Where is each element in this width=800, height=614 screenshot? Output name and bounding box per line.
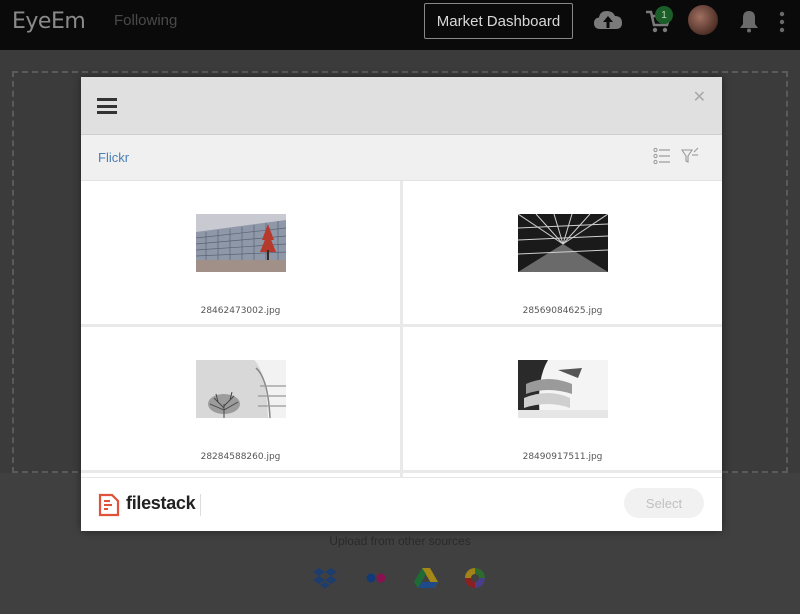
filestack-logo-icon (98, 493, 120, 517)
file-name: 28490917511.jpg (522, 452, 603, 462)
filter-sort-icon[interactable] (680, 147, 699, 165)
more-options-icon[interactable] (776, 8, 788, 36)
file-grid: 28462473002.jpg 28569084625.jpg 28284588… (81, 181, 722, 481)
list-view-icon[interactable] (653, 147, 671, 165)
menu-hamburger-icon[interactable] (97, 98, 117, 114)
file-picker-modal: ✕ Flickr 28462473002.jpg 28569084625.jpg… (81, 77, 722, 531)
file-name: 28462473002.jpg (200, 306, 281, 316)
file-name: 28284588260.jpg (200, 452, 281, 462)
top-navigation-bar: EyeEm Following Market Dashboard 1 (0, 0, 800, 50)
picker-toolbar: Flickr (81, 135, 722, 181)
breadcrumb-source[interactable]: Flickr (98, 150, 129, 165)
brand-logo[interactable]: EyeEm (12, 9, 86, 34)
image-thumbnail (195, 360, 286, 418)
upload-cloud-icon[interactable] (593, 8, 623, 34)
image-thumbnail (517, 360, 608, 418)
filestack-brand: filestack (126, 493, 196, 513)
file-tile[interactable]: 28490917511.jpg (403, 327, 722, 470)
file-tile[interactable]: 28462473002.jpg (81, 181, 400, 324)
user-avatar[interactable] (688, 5, 718, 35)
market-dashboard-button[interactable]: Market Dashboard (424, 3, 573, 39)
image-thumbnail (517, 214, 608, 272)
picker-footer: filestack Select (81, 477, 722, 531)
image-thumbnail (195, 214, 286, 272)
file-name: 28569084625.jpg (522, 306, 603, 316)
cart-count-badge: 1 (655, 6, 673, 24)
close-icon[interactable]: ✕ (693, 87, 706, 106)
nav-following-link[interactable]: Following (114, 12, 177, 29)
footer-divider (200, 494, 201, 516)
dropbox-icon[interactable] (312, 566, 338, 590)
picker-header: ✕ (81, 77, 722, 135)
flickr-icon[interactable] (363, 566, 389, 590)
upload-other-sources-label: Upload from other sources (329, 534, 471, 548)
google-drive-icon[interactable] (413, 566, 439, 590)
file-tile[interactable]: 28284588260.jpg (81, 327, 400, 470)
file-tile[interactable]: 28569084625.jpg (403, 181, 722, 324)
picasa-icon[interactable] (462, 566, 488, 590)
select-button[interactable]: Select (624, 488, 704, 518)
notifications-bell-icon[interactable] (736, 8, 762, 34)
